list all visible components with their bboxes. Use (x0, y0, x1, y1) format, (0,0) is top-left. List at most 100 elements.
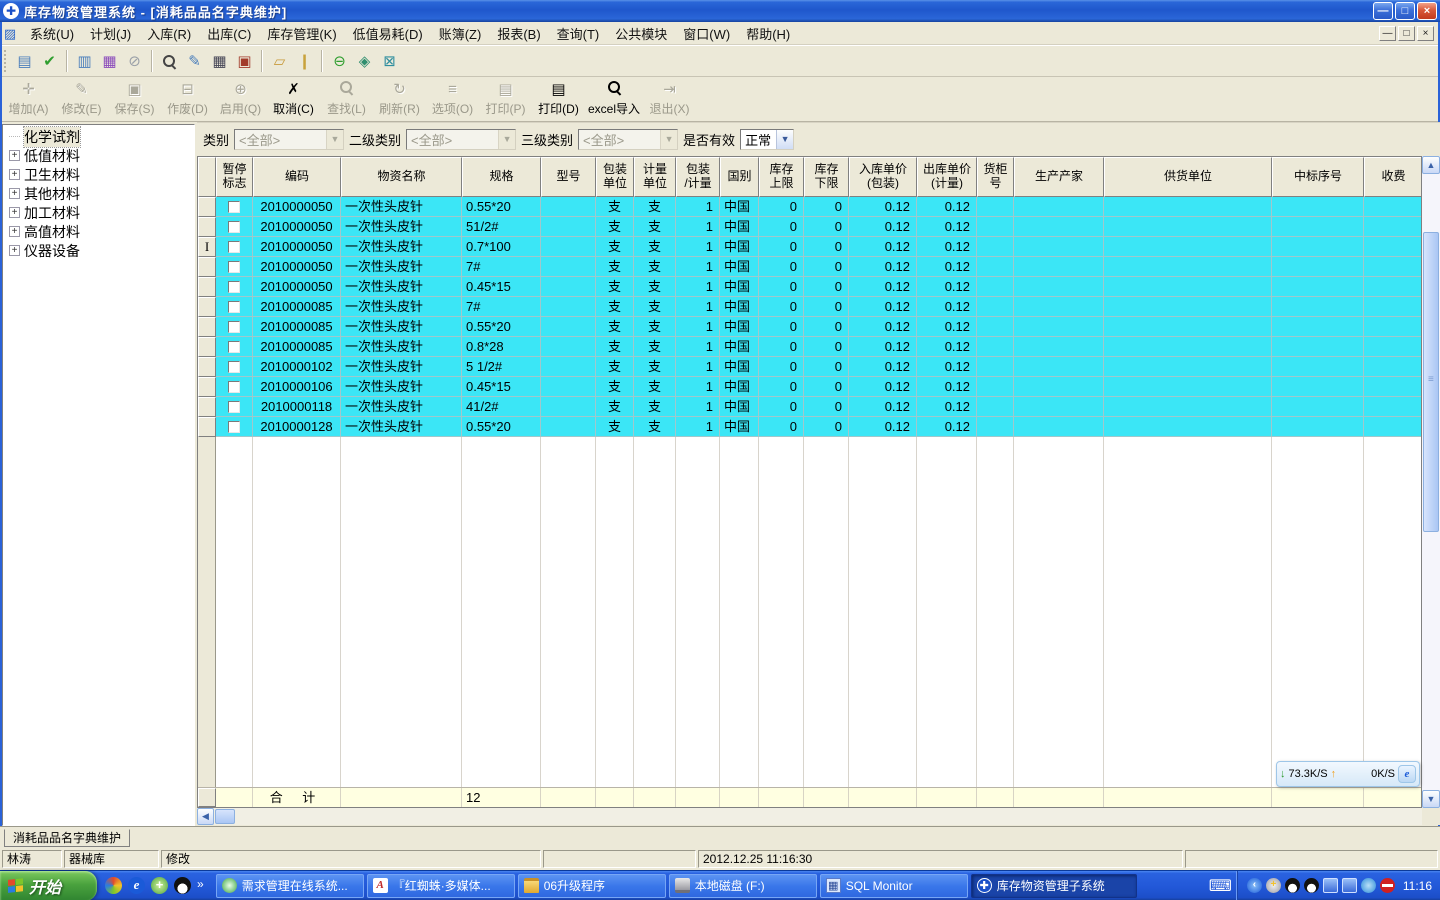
column-header-12[interactable]: 出库单价 (计量) (917, 157, 977, 197)
table-row[interactable]: 2010000050 一次性头皮针 7# 支支 1 中国 0 0 0.12 0.12 (198, 257, 1421, 277)
column-header-7[interactable]: 包装 /计量 (676, 157, 720, 197)
chevron-down-icon[interactable]: ▼ (776, 130, 794, 149)
task-local-disk[interactable]: 本地磁盘 (F:) (668, 873, 817, 898)
suspend-icon[interactable]: ⊖ (327, 49, 352, 74)
excel-import-button[interactable]: excel导入 (585, 78, 643, 120)
filter-combo-3[interactable]: 正常 ▼ (740, 129, 795, 150)
vertical-scrollbar[interactable]: ▲ ▼ (1422, 156, 1440, 808)
tab-consumable-dictionary[interactable]: 消耗品品名字典维护 (4, 829, 131, 847)
restore-button[interactable]: □ (1395, 2, 1415, 20)
column-header-10[interactable]: 库存 下限 (804, 157, 849, 197)
exit-button[interactable]: ⇥ 退出(X) (643, 78, 696, 120)
table-row[interactable]: 2010000085 一次性头皮针 0.55*20 支支 1 中国 0 0 0.12 0.12 (198, 317, 1421, 337)
column-header-1[interactable]: 编码 (253, 157, 341, 197)
network-tray-icon-2[interactable] (1341, 878, 1357, 893)
player-icon[interactable] (105, 877, 122, 894)
close-button[interactable]: × (1417, 2, 1437, 20)
tree-item-0[interactable]: 化学试剂 (3, 125, 194, 148)
approve-icon[interactable]: ✔ (37, 49, 62, 74)
network-tray-icon[interactable] (1322, 878, 1338, 893)
table-row[interactable]: 2010000050 一次性头皮针 0.55*20 支支 1 中国 0 0 0.12 0.12 (198, 197, 1421, 217)
key-icon[interactable]: ❙ (292, 49, 317, 74)
minimize-button[interactable]: — (1373, 2, 1393, 20)
zoom-icon[interactable] (157, 49, 182, 74)
filter-combo-0[interactable]: <全部> ▼ (234, 129, 345, 150)
row-indicator-cell[interactable] (198, 297, 216, 317)
checkbox[interactable] (228, 320, 240, 333)
start-button[interactable]: 开始 (0, 870, 97, 900)
edit-button[interactable]: ✎ 修改(E) (55, 78, 108, 120)
mdi-close-button[interactable]: × (1417, 25, 1434, 41)
column-header-13[interactable]: 货柜 号 (977, 157, 1014, 197)
scroll-up-button[interactable]: ▲ (1422, 156, 1440, 174)
folder-send-icon[interactable]: ▱ (267, 49, 292, 74)
column-header-2[interactable]: 物资名称 (341, 157, 462, 197)
table-row[interactable]: I 2010000050 一次性头皮针 0.7*100 支支 1 中国 0 0 0.12 0.12 (198, 237, 1421, 257)
keyboard-icon[interactable]: ⌨ (1209, 876, 1232, 896)
menu-item-7[interactable]: 报表(B) (489, 22, 548, 45)
save-button[interactable]: ▣ 保存(S) (108, 78, 161, 120)
scroll-left-button[interactable]: ◀ (197, 808, 214, 825)
vertical-scroll-thumb[interactable] (1423, 232, 1439, 532)
collapse-chevron-icon[interactable]: ‹ (1246, 878, 1262, 893)
report-add-icon[interactable]: ▦ (97, 49, 122, 74)
tree-item-1[interactable]: + 低值材料 (3, 146, 194, 165)
toolbar-grip[interactable] (4, 50, 8, 72)
qq-tray-icon-2[interactable] (1303, 878, 1319, 893)
menu-item-11[interactable]: 帮助(H) (738, 22, 798, 45)
magnifier-tray-icon[interactable]: + (1265, 878, 1281, 893)
checkbox[interactable] (228, 200, 240, 213)
table-row[interactable]: 2010000118 一次性头皮针 41/2# 支支 1 中国 0 0 0.12 0.12 (198, 397, 1421, 417)
expand-icon[interactable]: + (9, 207, 20, 218)
menu-item-0[interactable]: 系统(U) (22, 22, 82, 45)
task-red-spider[interactable]: A 『红蜘蛛·多媒体... (366, 873, 515, 898)
horizontal-scrollbar[interactable]: ◀ (197, 808, 1422, 825)
column-header-16[interactable]: 中标序号 (1272, 157, 1364, 197)
chevron-down-icon[interactable]: ▼ (660, 130, 678, 149)
menu-item-6[interactable]: 账簿(Z) (431, 22, 490, 45)
report-icon[interactable]: ▥ (72, 49, 97, 74)
row-indicator-cell[interactable] (198, 357, 216, 377)
column-header-3[interactable]: 规格 (462, 157, 541, 197)
menu-item-5[interactable]: 低值易耗(D) (345, 22, 431, 45)
table-row[interactable]: 2010000128 一次性头皮针 0.55*20 支支 1 中国 0 0 0.12 0.12 (198, 417, 1421, 437)
task-upgrade-folder[interactable]: 06升级程序 (517, 873, 666, 898)
table-row[interactable]: 2010000085 一次性头皮针 7# 支支 1 中国 0 0 0.12 0.12 (198, 297, 1421, 317)
column-header-4[interactable]: 型号 (541, 157, 596, 197)
column-header-15[interactable]: 供货单位 (1104, 157, 1272, 197)
refresh-button[interactable]: ↻ 刷新(R) (373, 78, 426, 120)
checkbox[interactable] (228, 420, 240, 433)
column-header-9[interactable]: 库存 上限 (759, 157, 804, 197)
checkbox[interactable] (228, 260, 240, 273)
search-record-icon[interactable]: ⊘ (122, 49, 147, 74)
mdi-restore-button[interactable]: □ (1398, 25, 1415, 41)
browser-icon[interactable]: e (1398, 765, 1416, 783)
filter-combo-1[interactable]: <全部> ▼ (406, 129, 517, 150)
void-button[interactable]: ⊟ 作废(D) (161, 78, 214, 120)
tree-item-5[interactable]: + 高值材料 (3, 222, 194, 241)
row-indicator-cell[interactable] (198, 397, 216, 417)
enable-button[interactable]: ⊕ 启用(Q) (214, 78, 267, 120)
menu-item-2[interactable]: 入库(R) (139, 22, 199, 45)
column-header-14[interactable]: 生产产家 (1014, 157, 1104, 197)
grid-icon[interactable]: ▦ (207, 49, 232, 74)
checkbox[interactable] (228, 400, 240, 413)
close-form-icon[interactable]: ⊠ (377, 49, 402, 74)
qq-tray-icon[interactable] (1284, 878, 1300, 893)
menu-item-8[interactable]: 查询(T) (549, 22, 608, 45)
checkbox[interactable] (228, 240, 240, 253)
column-header-5[interactable]: 包装 单位 (596, 157, 634, 197)
task-inventory-system[interactable]: ✚ 库存物资管理子系统 (970, 873, 1137, 898)
horizontal-scroll-thumb[interactable] (215, 809, 235, 824)
task-demand-system[interactable]: 需求管理在线系统... (215, 873, 364, 898)
row-indicator-cell[interactable] (198, 277, 216, 297)
row-indicator-cell[interactable]: I (198, 237, 216, 257)
expand-icon[interactable]: + (9, 226, 20, 237)
task-sql-monitor[interactable]: ▦ SQL Monitor (819, 873, 968, 898)
find-button[interactable]: 查找(L) (320, 78, 373, 120)
expand-icon[interactable]: + (9, 188, 20, 199)
row-indicator-cell[interactable] (198, 257, 216, 277)
row-indicator-cell[interactable] (198, 337, 216, 357)
new-record-icon[interactable]: ▤ (12, 49, 37, 74)
row-indicator-cell[interactable] (198, 317, 216, 337)
